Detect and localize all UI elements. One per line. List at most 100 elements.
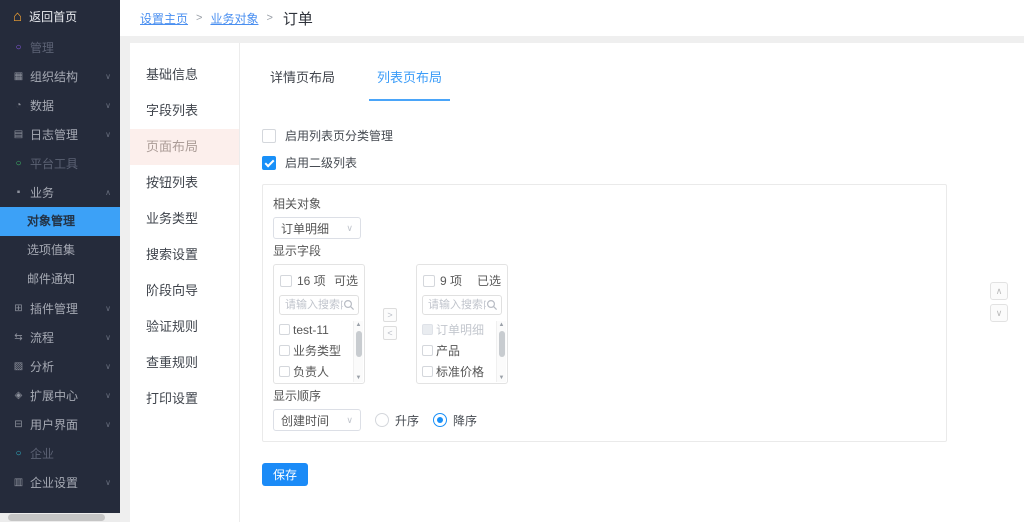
business-icon: ▪ — [12, 187, 25, 198]
log-icon: ▤ — [12, 129, 25, 140]
sidebar-item-enterprise[interactable]: ○ 企业 — [0, 439, 120, 468]
sidebar-item-user-interface[interactable]: ⊟ 用户界面 ∨ — [0, 410, 120, 439]
selected-field-list: 订单明细 产品 标准价格 — [417, 318, 507, 382]
sidebar-item-analysis[interactable]: ▨ 分析 ∨ — [0, 352, 120, 381]
chevron-down-icon: ∨ — [105, 420, 111, 429]
move-right-button[interactable]: > — [383, 308, 397, 322]
available-select-all-checkbox[interactable] — [280, 275, 292, 287]
extension-center-icon: ◈ — [12, 390, 25, 401]
chevron-down-icon: ∨ — [996, 308, 1003, 318]
back-to-home-button[interactable]: ⌂ 返回首页 — [0, 0, 120, 33]
menu-item-page-layout[interactable]: 页面布局 — [130, 129, 239, 165]
selected-list-scrollbar[interactable]: ▲ ▼ — [496, 321, 506, 382]
descending-radio[interactable] — [433, 413, 447, 427]
sidebar-item-plugin-management[interactable]: ⊞ 插件管理 ∨ — [0, 294, 120, 323]
tab-detail-page-layout[interactable]: 详情页布局 — [262, 57, 343, 101]
scroll-down-icon[interactable]: ▼ — [356, 374, 362, 382]
option-category-management[interactable]: 启用列表页分类管理 — [262, 127, 1024, 144]
order-field-select[interactable]: 创建时间 ∨ — [273, 409, 361, 431]
menu-item-dedup-rules[interactable]: 查重规则 — [130, 345, 239, 381]
chevron-down-icon: ∨ — [105, 478, 111, 487]
sidebar-item-data[interactable]: ◔ 数据 ∨ — [0, 91, 120, 120]
menu-item-field-list[interactable]: 字段列表 — [130, 93, 239, 129]
breadcrumb-link-settings-home[interactable]: 设置主页 — [140, 10, 188, 27]
save-button[interactable]: 保存 — [262, 463, 308, 486]
list-item[interactable]: 标准价格 — [422, 361, 494, 382]
move-panel-up-button[interactable]: ∧ — [990, 282, 1008, 300]
ascending-radio[interactable] — [375, 413, 389, 427]
list-item[interactable]: 业务类型 — [279, 340, 351, 361]
move-left-button[interactable]: < — [383, 326, 397, 340]
sidebar-subitem-object-management[interactable]: 对象管理 — [0, 207, 120, 236]
sidebar-item-org-structure[interactable]: ▦ 组织结构 ∨ — [0, 62, 120, 91]
field-checkbox[interactable] — [279, 366, 290, 377]
sidebar-item-management[interactable]: ○ 管理 — [0, 33, 120, 62]
available-count: 16 项 — [297, 272, 329, 289]
enterprise-settings-icon: ▥ — [12, 477, 25, 488]
chevron-down-icon: ∨ — [346, 223, 353, 234]
chevron-up-icon: ∧ — [996, 286, 1003, 296]
arrow-right-icon: > — [387, 310, 392, 320]
org-structure-icon: ▦ — [12, 71, 25, 82]
list-item: 订单明细 — [422, 319, 494, 340]
scrollbar-thumb[interactable] — [356, 331, 362, 357]
field-checkbox[interactable] — [279, 324, 290, 335]
selected-fields-box: 9 项 已选 订单明细 — [416, 264, 508, 384]
move-panel-down-button[interactable]: ∨ — [990, 304, 1008, 322]
scroll-up-icon[interactable]: ▲ — [499, 321, 505, 329]
sidebar-item-platform-tools[interactable]: ○ 平台工具 — [0, 149, 120, 178]
search-icon — [343, 299, 355, 311]
chevron-down-icon: ∨ — [105, 391, 111, 400]
horizontal-scrollbar-thumb[interactable] — [8, 514, 105, 521]
field-checkbox[interactable] — [279, 345, 290, 356]
content-card: 基础信息 字段列表 页面布局 按钮列表 业务类型 搜索设置 阶段向导 验证规则 … — [130, 43, 1024, 522]
sidebar-item-enterprise-settings[interactable]: ▥ 企业设置 ∨ — [0, 468, 120, 497]
breadcrumb-link-business-objects[interactable]: 业务对象 — [210, 10, 258, 27]
menu-item-stage-wizard[interactable]: 阶段向导 — [130, 273, 239, 309]
tab-content: 详情页布局 列表页布局 启用列表页分类管理 启用二级列表 相关对象 订单明细 ∨ — [240, 43, 1024, 522]
analysis-icon: ▨ — [12, 361, 25, 372]
menu-item-print-settings[interactable]: 打印设置 — [130, 381, 239, 417]
descending-label: 降序 — [453, 412, 477, 429]
page-title: 订单 — [283, 8, 313, 29]
list-item[interactable]: test-11 — [279, 319, 351, 340]
horizontal-scrollbar[interactable] — [0, 513, 120, 522]
field-checkbox[interactable] — [422, 345, 433, 356]
settings-menu: 基础信息 字段列表 页面布局 按钮列表 业务类型 搜索设置 阶段向导 验证规则 … — [130, 43, 240, 522]
selected-count: 9 项 — [440, 272, 472, 289]
search-icon — [486, 299, 498, 311]
tab-list-page-layout[interactable]: 列表页布局 — [369, 57, 450, 101]
sidebar-item-business[interactable]: ▪ 业务 ∧ — [0, 178, 120, 207]
chevron-up-icon: ∧ — [105, 188, 111, 197]
sidebar-item-extension-center[interactable]: ◈ 扩展中心 ∨ — [0, 381, 120, 410]
display-order-label: 显示顺序 — [273, 387, 936, 404]
ascending-option[interactable]: 升序 — [375, 412, 419, 429]
selected-select-all-checkbox[interactable] — [423, 275, 435, 287]
list-item[interactable]: 负责人 — [279, 361, 351, 382]
scroll-down-icon[interactable]: ▼ — [499, 374, 505, 382]
menu-item-validation-rules[interactable]: 验证规则 — [130, 309, 239, 345]
field-checkbox[interactable] — [422, 366, 433, 377]
scrollbar-thumb[interactable] — [499, 331, 505, 357]
menu-item-business-type[interactable]: 业务类型 — [130, 201, 239, 237]
category-management-checkbox[interactable] — [262, 129, 276, 143]
sidebar-item-workflow[interactable]: ⇆ 流程 ∨ — [0, 323, 120, 352]
sidebar-subitem-option-value-sets[interactable]: 选项值集 — [0, 236, 120, 265]
chevron-down-icon: ∨ — [105, 72, 111, 81]
secondary-list-checkbox[interactable] — [262, 156, 276, 170]
available-field-list: test-11 业务类型 负责人 — [274, 318, 364, 382]
enterprise-dot-icon: ○ — [12, 448, 25, 459]
list-item[interactable]: 产品 — [422, 340, 494, 361]
menu-item-basic-info[interactable]: 基础信息 — [130, 57, 239, 93]
option-secondary-list[interactable]: 启用二级列表 — [262, 154, 1024, 171]
scroll-up-icon[interactable]: ▲ — [356, 321, 362, 329]
descending-option[interactable]: 降序 — [433, 412, 477, 429]
sidebar-subitem-email-notification[interactable]: 邮件通知 — [0, 265, 120, 294]
available-list-scrollbar[interactable]: ▲ ▼ — [353, 321, 363, 382]
sidebar: ⌂ 返回首页 ○ 管理 ▦ 组织结构 ∨ ◔ 数据 ∨ ▤ 日志管理 ∨ ○ 平… — [0, 0, 120, 513]
related-object-select[interactable]: 订单明细 ∨ — [273, 217, 361, 239]
related-object-label: 相关对象 — [273, 195, 936, 212]
menu-item-search-settings[interactable]: 搜索设置 — [130, 237, 239, 273]
sidebar-item-log-management[interactable]: ▤ 日志管理 ∨ — [0, 120, 120, 149]
menu-item-button-list[interactable]: 按钮列表 — [130, 165, 239, 201]
